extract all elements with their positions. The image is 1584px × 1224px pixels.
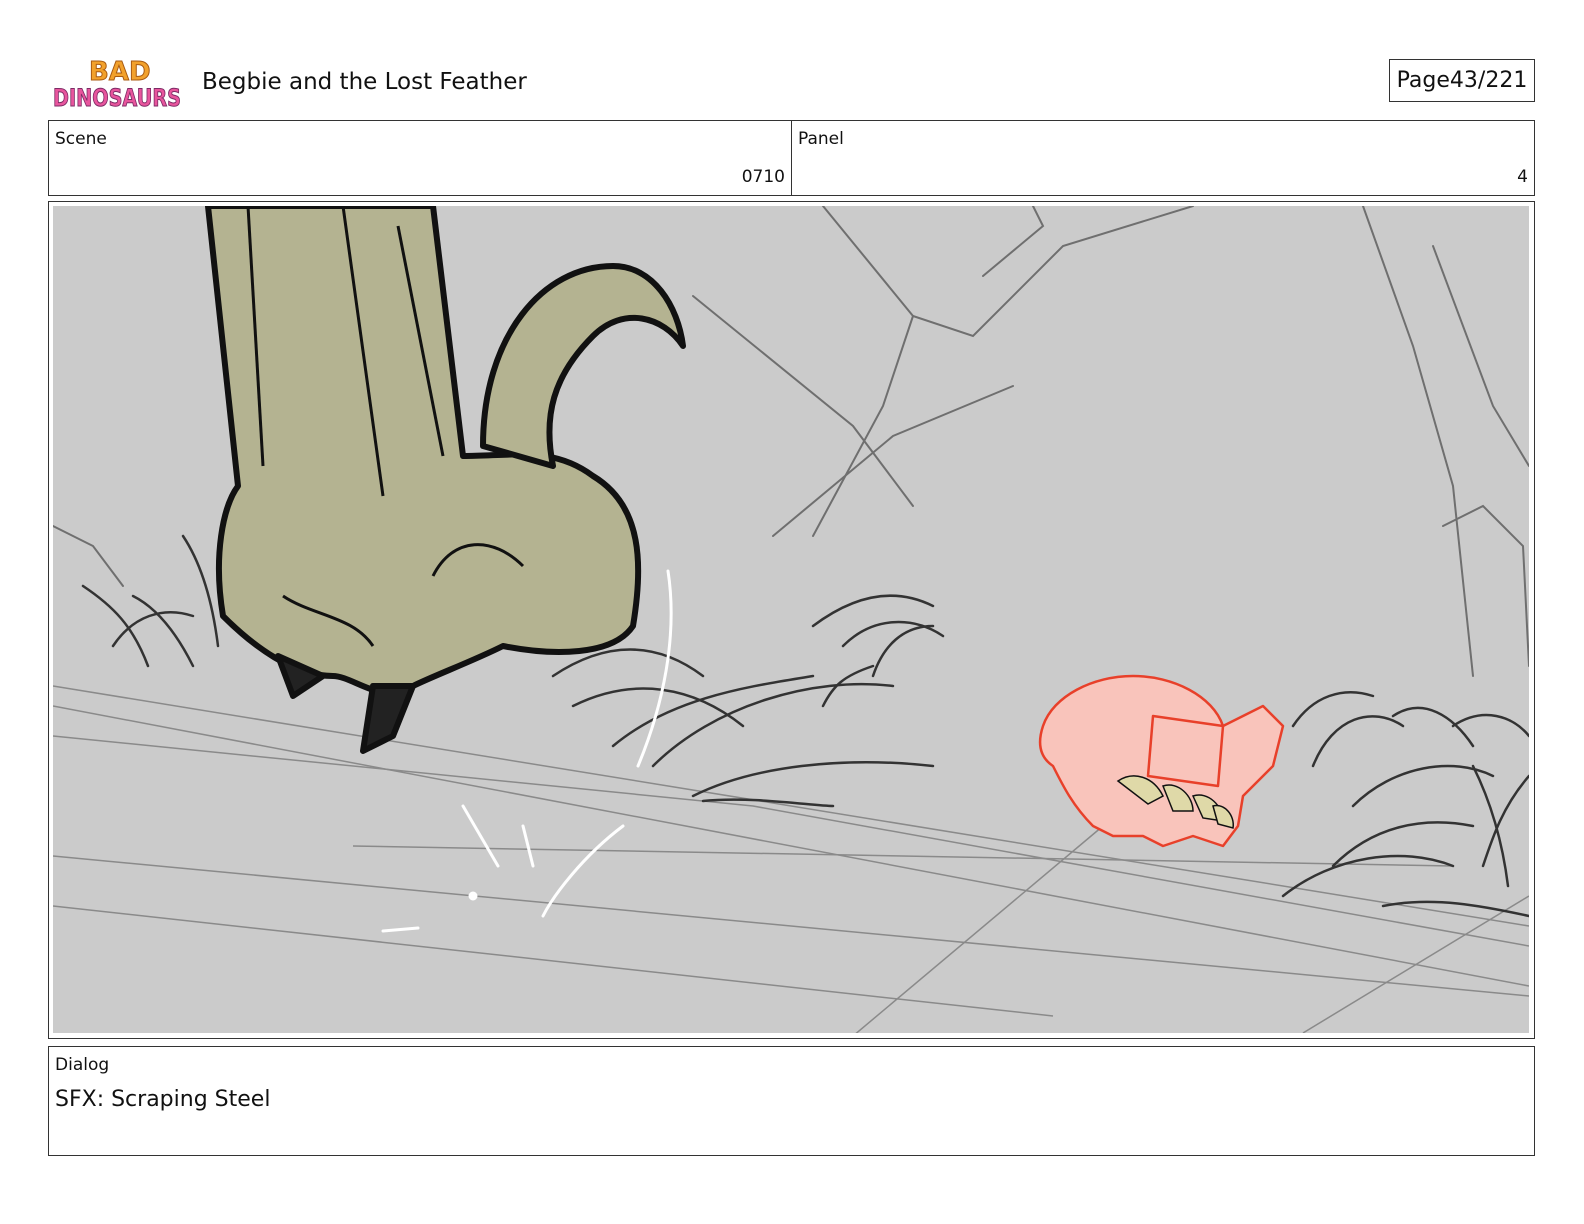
panel-number: 4 xyxy=(1517,167,1528,187)
panel-artwork xyxy=(53,206,1529,1033)
storyboard-title: Begbie and the Lost Feather xyxy=(202,69,527,95)
dialog-text: SFX: Scraping Steel xyxy=(55,1087,271,1112)
scene-label: Scene xyxy=(55,129,107,149)
scene-panel-row: Scene 0710 Panel 4 xyxy=(48,120,1535,196)
panel-cell: Panel 4 xyxy=(791,121,1534,195)
svg-text:BAD: BAD xyxy=(89,57,151,87)
page-number: 43/221 xyxy=(1449,68,1528,93)
scene-number: 0710 xyxy=(741,167,785,187)
page-indicator: Page 43/221 xyxy=(1389,59,1535,102)
dialog-label: Dialog xyxy=(55,1055,110,1075)
storyboard-panel xyxy=(48,201,1535,1039)
svg-text:DINOSAURS: DINOSAURS xyxy=(53,84,181,112)
scene-cell: Scene 0710 xyxy=(49,121,791,195)
bad-dinosaurs-logo: BAD DINOSAURS xyxy=(53,57,182,113)
panel-label: Panel xyxy=(798,129,844,149)
page-label: Page xyxy=(1396,68,1450,93)
dialog-box: Dialog SFX: Scraping Steel xyxy=(48,1046,1535,1156)
